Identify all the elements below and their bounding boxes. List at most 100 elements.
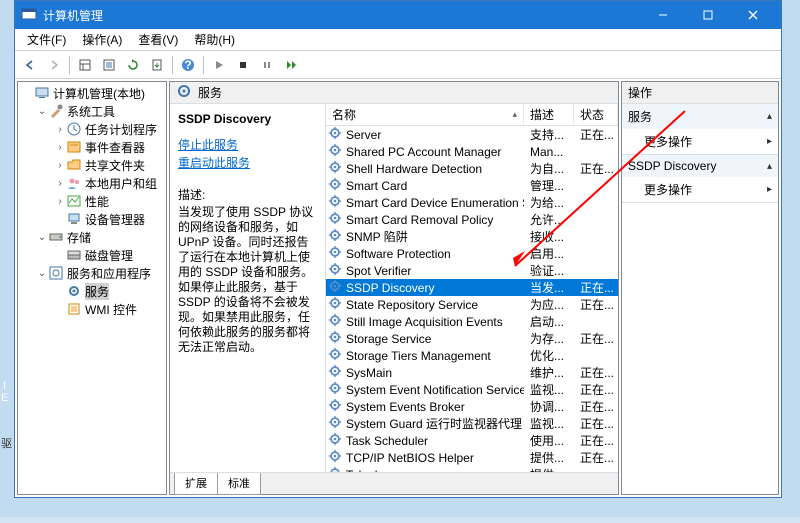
service-row[interactable]: Shell Hardware Detection为自...正在... [326,160,618,177]
menu-action[interactable]: 操作(A) [74,29,130,50]
service-row[interactable]: System Guard 运行时监视器代理监视...正在... [326,415,618,432]
stop-service-button[interactable] [232,54,254,76]
service-desc: 当发... [524,279,574,296]
restart-service-button[interactable] [280,54,302,76]
wmi-icon [66,301,82,317]
service-row[interactable]: Task Scheduler使用...正在... [326,432,618,449]
tree-performance[interactable]: ›性能 [18,192,166,210]
service-name: Server [346,128,381,142]
show-hide-tree-button[interactable] [74,54,96,76]
properties-button[interactable] [98,54,120,76]
tree-task-scheduler[interactable]: ›任务计划程序 [18,120,166,138]
tree-event-viewer[interactable]: ›事件查看器 [18,138,166,156]
pause-service-button[interactable] [256,54,278,76]
service-status: 正在... [574,330,618,347]
tree-local-users[interactable]: ›本地用户和组 [18,174,166,192]
minimize-button[interactable] [640,1,685,29]
titlebar[interactable]: 计算机管理 [15,1,781,29]
gear-icon [328,296,346,313]
tree-shared-folders[interactable]: ›共享文件夹 [18,156,166,174]
actions-section-services[interactable]: 服务▴ [622,104,778,129]
column-status[interactable]: 状态 [574,104,618,125]
gear-icon [328,160,346,177]
actions-pane: 操作 服务▴ 更多操作▸ SSDP Discovery▴ 更多操作▸ [621,81,779,495]
window-title: 计算机管理 [43,7,640,24]
export-button[interactable] [146,54,168,76]
service-row[interactable]: Software Protection启用... [326,245,618,262]
tree-services-apps[interactable]: ⌄服务和应用程序 [18,264,166,282]
maximize-button[interactable] [685,1,730,29]
stop-service-link[interactable]: 停止此服务 [178,136,319,154]
service-desc: 启动... [524,313,574,330]
refresh-button[interactable] [122,54,144,76]
service-name: Shared PC Account Manager [346,145,501,159]
service-row[interactable]: State Repository Service为应...正在... [326,296,618,313]
service-name: Storage Service [346,332,431,346]
service-name: Smart Card [346,179,407,193]
forward-button[interactable] [43,54,65,76]
list-body[interactable]: Server支持...正在...Shared PC Account Manage… [326,126,618,472]
service-desc: 为自... [524,160,574,177]
service-row[interactable]: Spot Verifier验证... [326,262,618,279]
main-pane: 服务 SSDP Discovery 停止此服务 重启动此服务 描述: 当发现了使… [169,81,619,495]
tab-standard[interactable]: 标准 [217,473,261,495]
actions-more-services[interactable]: 更多操作▸ [622,129,778,154]
service-name: Still Image Acquisition Events [346,315,503,329]
perf-icon [66,193,82,209]
tree-root[interactable]: 计算机管理(本地) [18,84,166,102]
tree-storage[interactable]: ⌄存储 [18,228,166,246]
service-row[interactable]: Server支持...正在... [326,126,618,143]
service-row[interactable]: Shared PC Account Manager Man... [326,143,618,160]
tree-wmi[interactable]: WMI 控件 [18,300,166,318]
actions-more-selected[interactable]: 更多操作▸ [622,177,778,202]
service-row[interactable]: SNMP 陷阱接收... [326,228,618,245]
start-service-button[interactable] [208,54,230,76]
service-row[interactable]: Smart Card Device Enumeration Service为给.… [326,194,618,211]
service-row[interactable]: Storage Tiers Management优化... [326,347,618,364]
tab-extended[interactable]: 扩展 [174,473,218,495]
service-desc: 监视... [524,381,574,398]
menu-file[interactable]: 文件(F) [19,29,74,50]
actions-section-selected[interactable]: SSDP Discovery▴ [622,155,778,177]
list-header[interactable]: 名称▴ 描述 状态 [326,104,618,126]
help-button[interactable]: ? [177,54,199,76]
service-row[interactable]: Still Image Acquisition Events 启动... [326,313,618,330]
menu-help[interactable]: 帮助(H) [186,29,243,50]
menu-view[interactable]: 查看(V) [130,29,186,50]
gear-icon [328,211,346,228]
tree-services[interactable]: 服务 [18,282,166,300]
service-desc: 验证... [524,262,574,279]
close-button[interactable] [730,1,775,29]
main-header-title: 服务 [198,84,222,101]
service-row[interactable]: SSDP Discovery当发...正在... [326,279,618,296]
back-button[interactable] [19,54,41,76]
service-desc: 接收... [524,228,574,245]
service-row[interactable]: SysMain维护...正在... [326,364,618,381]
service-row[interactable]: Smart Card管理... [326,177,618,194]
service-status: 正在... [574,398,618,415]
navigation-tree[interactable]: 计算机管理(本地) ⌄系统工具 ›任务计划程序 ›事件查看器 ›共享文件夹 ›本… [17,81,167,495]
service-status: 正在... [574,415,618,432]
tree-disk-mgmt[interactable]: 磁盘管理 [18,246,166,264]
gear-icon [328,262,346,279]
event-icon [66,139,82,155]
column-desc[interactable]: 描述 [524,104,574,125]
restart-service-link[interactable]: 重启动此服务 [178,154,319,172]
service-detail-pane: SSDP Discovery 停止此服务 重启动此服务 描述: 当发现了使用 S… [170,104,325,472]
service-name: System Guard 运行时监视器代理 [346,415,522,432]
service-desc: Man... [524,145,574,159]
taskbar[interactable] [0,517,800,523]
service-row[interactable]: Smart Card Removal Policy允许... [326,211,618,228]
column-name[interactable]: 名称▴ [326,104,524,125]
service-desc: 优化... [524,347,574,364]
service-desc: 为给... [524,194,574,211]
svg-text:?: ? [184,58,191,72]
service-row[interactable]: Storage Service为存...正在... [326,330,618,347]
service-name: Shell Hardware Detection [346,162,482,176]
service-row[interactable]: TCP/IP NetBIOS Helper提供...正在... [326,449,618,466]
service-row[interactable]: System Events Broker协调...正在... [326,398,618,415]
service-row[interactable]: System Event Notification Service监视...正在… [326,381,618,398]
tree-system-tools[interactable]: ⌄系统工具 [18,102,166,120]
gear-icon [328,313,346,330]
tree-device-manager[interactable]: 设备管理器 [18,210,166,228]
